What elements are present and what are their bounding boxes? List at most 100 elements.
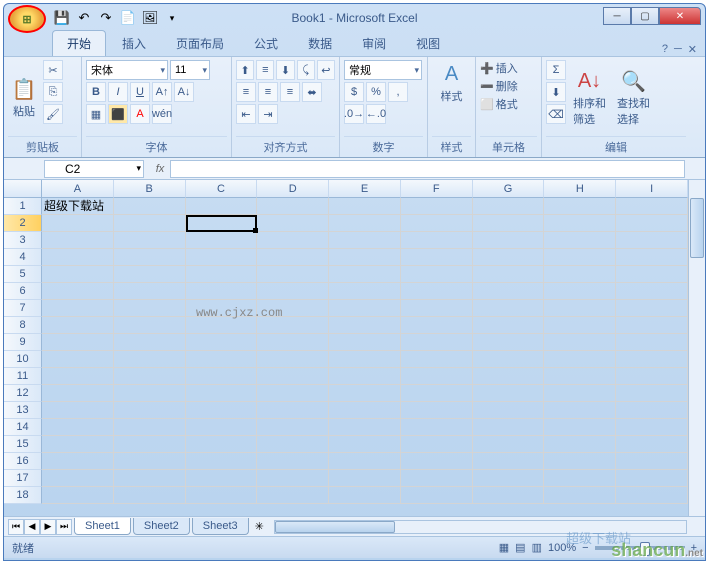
- cell-H2[interactable]: [544, 215, 616, 232]
- cell-E12[interactable]: [329, 385, 401, 402]
- prev-sheet-button[interactable]: ◀: [24, 519, 40, 535]
- column-header[interactable]: H: [544, 180, 616, 198]
- cell-A12[interactable]: [42, 385, 114, 402]
- cell-G18[interactable]: [473, 487, 545, 504]
- cell-B10[interactable]: [114, 351, 186, 368]
- cell-C15[interactable]: [186, 436, 258, 453]
- cell-A7[interactable]: [42, 300, 114, 317]
- cell-E5[interactable]: [329, 266, 401, 283]
- ribbon-tab-2[interactable]: 页面布局: [162, 31, 238, 56]
- cell-F4[interactable]: [401, 249, 473, 266]
- cell-A3[interactable]: [42, 232, 114, 249]
- cell-C5[interactable]: [186, 266, 258, 283]
- format-painter-button[interactable]: 🖌: [43, 104, 63, 124]
- cell-F12[interactable]: [401, 385, 473, 402]
- cell-E17[interactable]: [329, 470, 401, 487]
- ribbon-tab-6[interactable]: 视图: [402, 31, 454, 56]
- formula-bar[interactable]: [170, 160, 685, 178]
- cell-H13[interactable]: [544, 402, 616, 419]
- align-top-button[interactable]: ⬆: [236, 60, 254, 80]
- cell-B18[interactable]: [114, 487, 186, 504]
- cell-G1[interactable]: [473, 198, 545, 215]
- cell-C9[interactable]: [186, 334, 258, 351]
- number-format-combo[interactable]: 常规: [344, 60, 422, 80]
- underline-button[interactable]: U: [130, 82, 150, 102]
- cell-H11[interactable]: [544, 368, 616, 385]
- currency-button[interactable]: $: [344, 82, 364, 102]
- styles-button[interactable]: A 样式: [432, 60, 471, 106]
- font-size-combo[interactable]: 11: [170, 60, 210, 80]
- cell-H6[interactable]: [544, 283, 616, 300]
- column-header[interactable]: E: [329, 180, 401, 198]
- cell-E4[interactable]: [329, 249, 401, 266]
- cell-F15[interactable]: [401, 436, 473, 453]
- row-header[interactable]: 9: [4, 334, 42, 351]
- ribbon-tab-1[interactable]: 插入: [108, 31, 160, 56]
- orientation-button[interactable]: ⤹: [297, 60, 315, 80]
- cell-I9[interactable]: [616, 334, 688, 351]
- cell-F2[interactable]: [401, 215, 473, 232]
- cell-D11[interactable]: [257, 368, 329, 385]
- cell-F17[interactable]: [401, 470, 473, 487]
- cell-F6[interactable]: [401, 283, 473, 300]
- minimize-button[interactable]: ─: [603, 7, 631, 25]
- copy-button[interactable]: ⎘: [43, 82, 63, 102]
- shrink-font-button[interactable]: A↓: [174, 82, 194, 102]
- column-header[interactable]: F: [401, 180, 473, 198]
- cell-C11[interactable]: [186, 368, 258, 385]
- format-cells-button[interactable]: ⬜格式: [480, 96, 537, 112]
- percent-button[interactable]: %: [366, 82, 386, 102]
- cell-D17[interactable]: [257, 470, 329, 487]
- cell-G8[interactable]: [473, 317, 545, 334]
- fx-icon[interactable]: fx: [150, 163, 170, 175]
- cell-F9[interactable]: [401, 334, 473, 351]
- cell-E8[interactable]: [329, 317, 401, 334]
- cell-G16[interactable]: [473, 453, 545, 470]
- cell-I13[interactable]: [616, 402, 688, 419]
- cell-D1[interactable]: [257, 198, 329, 215]
- view-pagebreak-icon[interactable]: ▥: [532, 541, 542, 554]
- cell-C6[interactable]: [186, 283, 258, 300]
- cell-I11[interactable]: [616, 368, 688, 385]
- row-header[interactable]: 13: [4, 402, 42, 419]
- cell-A10[interactable]: [42, 351, 114, 368]
- last-sheet-button[interactable]: ⏭: [56, 519, 72, 535]
- cell-E3[interactable]: [329, 232, 401, 249]
- cell-I8[interactable]: [616, 317, 688, 334]
- cell-I2[interactable]: [616, 215, 688, 232]
- cell-I17[interactable]: [616, 470, 688, 487]
- cell-F14[interactable]: [401, 419, 473, 436]
- cell-G11[interactable]: [473, 368, 545, 385]
- cell-D14[interactable]: [257, 419, 329, 436]
- cell-H9[interactable]: [544, 334, 616, 351]
- row-header[interactable]: 14: [4, 419, 42, 436]
- border-button[interactable]: ▦: [86, 104, 106, 124]
- cell-D13[interactable]: [257, 402, 329, 419]
- name-box[interactable]: C2: [44, 160, 144, 178]
- cell-H1[interactable]: [544, 198, 616, 215]
- ribbon-tab-4[interactable]: 数据: [294, 31, 346, 56]
- cell-H8[interactable]: [544, 317, 616, 334]
- increase-indent-button[interactable]: ⇥: [258, 104, 278, 124]
- qat-icon[interactable]: 📄: [120, 10, 136, 26]
- first-sheet-button[interactable]: ⏮: [8, 519, 24, 535]
- row-header[interactable]: 17: [4, 470, 42, 487]
- cell-G13[interactable]: [473, 402, 545, 419]
- cell-C2[interactable]: [186, 215, 258, 232]
- ribbon-minimize-icon[interactable]: ─: [674, 43, 682, 56]
- cell-A16[interactable]: [42, 453, 114, 470]
- delete-cells-button[interactable]: ➖删除: [480, 78, 537, 94]
- increase-decimal-button[interactable]: .0→: [344, 104, 364, 124]
- row-header[interactable]: 10: [4, 351, 42, 368]
- autosum-button[interactable]: Σ: [546, 60, 566, 80]
- cell-G9[interactable]: [473, 334, 545, 351]
- cell-H5[interactable]: [544, 266, 616, 283]
- cell-F18[interactable]: [401, 487, 473, 504]
- column-header[interactable]: I: [616, 180, 688, 198]
- fill-color-button[interactable]: ⬛: [108, 104, 128, 124]
- cell-B11[interactable]: [114, 368, 186, 385]
- cell-H18[interactable]: [544, 487, 616, 504]
- font-name-combo[interactable]: 宋体: [86, 60, 168, 80]
- clear-button[interactable]: ⌫: [546, 104, 566, 124]
- cell-D18[interactable]: [257, 487, 329, 504]
